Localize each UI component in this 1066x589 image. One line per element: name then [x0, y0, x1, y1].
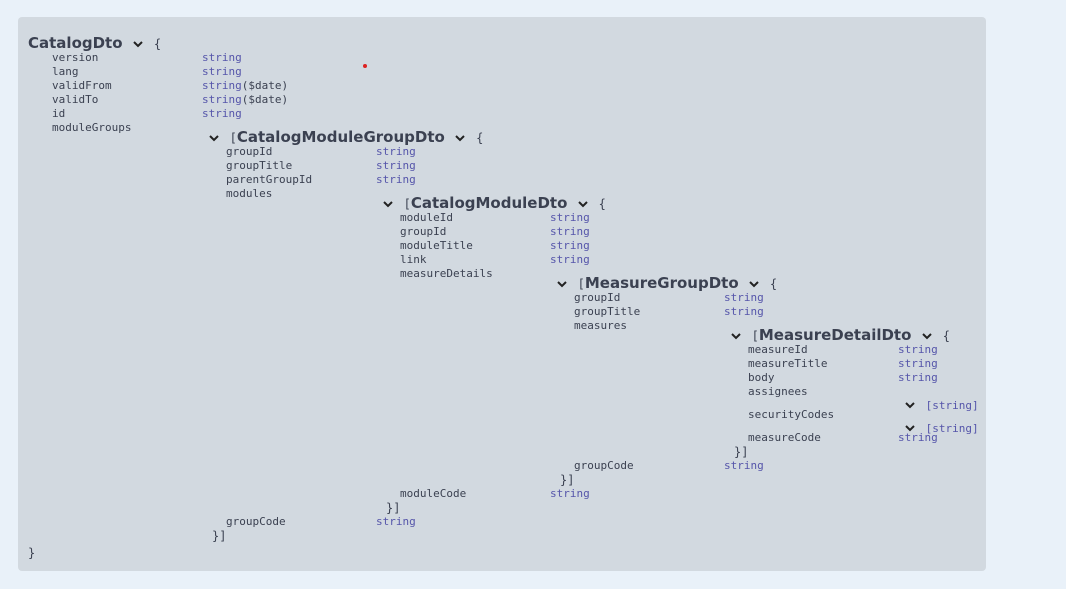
- prop-name: measureId: [748, 343, 808, 356]
- open-bracket: [: [229, 131, 237, 145]
- prop-name: validTo: [52, 93, 99, 106]
- open-brace: {: [598, 197, 606, 211]
- prop-name: body: [748, 371, 775, 384]
- prop-name: groupCode: [574, 459, 634, 472]
- prop-name: moduleCode: [400, 487, 467, 500]
- prop-name: measureCode: [748, 431, 821, 444]
- model-title-catalog-dto[interactable]: CatalogDto {: [28, 33, 161, 52]
- prop-type: string: [898, 343, 938, 356]
- close-brace: }]: [386, 501, 401, 515]
- prop-name: measureDetails: [400, 267, 493, 280]
- model-name[interactable]: CatalogDto: [28, 34, 123, 52]
- prop-type: string($date): [202, 93, 288, 107]
- open-bracket: [: [403, 197, 411, 211]
- prop-name: securityCodes: [748, 408, 835, 421]
- prop-name: groupTitle: [226, 159, 293, 172]
- prop-name: groupTitle: [574, 305, 641, 318]
- prop-name: version: [52, 51, 99, 64]
- close-brace: }]: [560, 473, 575, 487]
- open-bracket: [: [751, 329, 759, 343]
- prop-name: moduleTitle: [400, 239, 473, 252]
- open-brace: {: [769, 277, 778, 291]
- prop-name: measureTitle: [748, 357, 828, 370]
- prop-type: string: [376, 515, 416, 528]
- prop-name: groupId: [574, 291, 621, 304]
- prop-type: string: [550, 487, 590, 500]
- chevron-down-icon[interactable]: [208, 132, 220, 144]
- prop-name: id: [52, 107, 66, 120]
- model-name[interactable]: MeasureDetailDto: [759, 326, 912, 344]
- prop-type: string: [898, 431, 938, 444]
- prop-name: moduleGroups: [52, 121, 132, 134]
- prop-type: string: [550, 239, 590, 252]
- type-format: ($date): [241, 79, 289, 92]
- model-name[interactable]: CatalogModuleGroupDto: [237, 128, 445, 146]
- chevron-down-icon[interactable]: [921, 330, 933, 342]
- prop-name: assignees: [748, 385, 808, 398]
- prop-type: string($date): [202, 79, 288, 93]
- prop-name: measures: [574, 319, 627, 332]
- prop-name: modules: [226, 187, 273, 200]
- close-brace: }]: [212, 529, 227, 543]
- prop-name: groupId: [400, 225, 447, 238]
- prop-name: moduleId: [400, 211, 453, 224]
- close-brace: }: [28, 546, 36, 560]
- prop-type: string: [724, 305, 764, 318]
- cursor-dot: [363, 64, 367, 68]
- chevron-down-icon[interactable]: [454, 132, 466, 144]
- chevron-down-icon[interactable]: [730, 330, 742, 342]
- prop-type: string: [202, 65, 242, 78]
- chevron-down-icon[interactable]: [577, 198, 589, 210]
- chevron-down-icon[interactable]: [748, 278, 760, 290]
- type-format: ($date): [241, 93, 289, 106]
- model-title-measure-detail-dto[interactable]: [MeasureDetailDto {: [730, 325, 950, 344]
- model-title-catalog-module-dto[interactable]: [CatalogModuleDto {: [382, 193, 606, 212]
- chevron-down-icon[interactable]: [382, 198, 394, 210]
- model-title-catalog-module-group-dto[interactable]: [CatalogModuleGroupDto {: [208, 127, 483, 146]
- prop-type: string: [376, 173, 416, 186]
- open-brace: {: [942, 329, 950, 343]
- open-bracket: [: [577, 277, 585, 291]
- array-type-assignees[interactable]: [string]: [904, 394, 979, 413]
- open-brace: {: [476, 131, 484, 145]
- prop-type: string: [724, 459, 764, 472]
- prop-name: lang: [52, 65, 79, 78]
- prop-type: string: [376, 145, 416, 158]
- model-panel: [18, 17, 986, 571]
- prop-type: string: [376, 159, 416, 172]
- model-title-measure-group-dto[interactable]: [MeasureGroupDto {: [556, 273, 777, 292]
- prop-type: string: [550, 253, 590, 266]
- prop-name: parentGroupId: [226, 173, 313, 186]
- prop-type: string: [724, 291, 764, 304]
- type-string: string: [202, 79, 242, 92]
- prop-name: link: [400, 253, 427, 266]
- chevron-down-icon[interactable]: [132, 38, 144, 50]
- chevron-down-icon[interactable]: [904, 399, 916, 411]
- model-name[interactable]: CatalogModuleDto: [411, 194, 568, 212]
- close-brace: }]: [734, 445, 749, 459]
- prop-name: groupCode: [226, 515, 286, 528]
- prop-type: string: [898, 371, 938, 384]
- prop-type: string: [202, 51, 242, 64]
- prop-type: string: [550, 211, 590, 224]
- open-brace: {: [153, 37, 162, 51]
- prop-type: string: [202, 107, 242, 120]
- prop-type: [string]: [925, 399, 979, 412]
- model-name[interactable]: MeasureGroupDto: [585, 274, 739, 292]
- prop-name: groupId: [226, 145, 273, 158]
- prop-type: string: [898, 357, 938, 370]
- prop-type: string: [550, 225, 590, 238]
- type-string: string: [202, 93, 242, 106]
- prop-name: validFrom: [52, 79, 112, 92]
- chevron-down-icon[interactable]: [556, 278, 568, 290]
